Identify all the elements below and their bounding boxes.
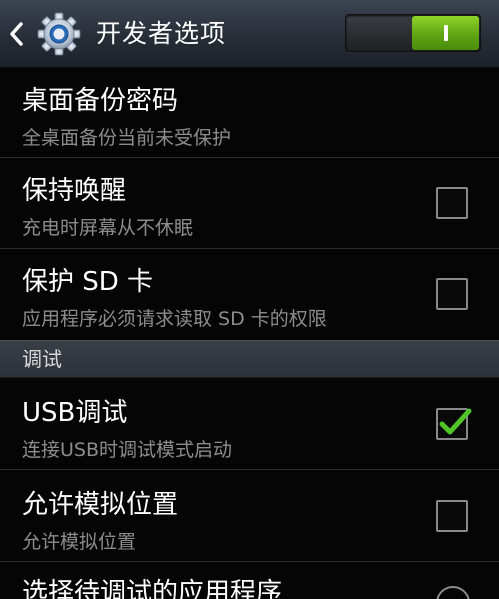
checkmark-icon xyxy=(436,404,474,444)
list-item-mock-locations[interactable]: 允许模拟位置 允许模拟位置 xyxy=(0,470,499,562)
list-item-subtitle: 全桌面备份当前未受保护 xyxy=(22,127,232,149)
section-header-debugging: 调试 xyxy=(0,340,499,378)
list-item-stay-awake[interactable]: 保持唤醒 充电时屏幕从不休眠 xyxy=(0,158,499,249)
mock-locations-checkbox[interactable] xyxy=(436,500,468,532)
usb-debugging-checkbox[interactable] xyxy=(436,408,472,440)
developer-options-switch[interactable] xyxy=(345,14,481,52)
list-item-select-debug-app[interactable]: 选择待调试的应用程序 xyxy=(0,562,499,599)
list-item-backup-password[interactable]: 桌面备份密码 全桌面备份当前未受保护 xyxy=(0,68,499,158)
back-button[interactable] xyxy=(6,10,90,58)
chevron-left-icon xyxy=(6,19,26,49)
list-item-subtitle: 应用程序必须请求读取 SD 卡的权限 xyxy=(22,308,327,330)
list-item-protect-sd[interactable]: 保护 SD 卡 应用程序必须请求读取 SD 卡的权限 xyxy=(0,249,499,340)
developer-options-screen: 开发者选项 桌面备份密码 全桌面备份当前未受保护 保持唤醒 充电时屏幕从不休眠 … xyxy=(0,0,499,599)
stay-awake-checkbox[interactable] xyxy=(436,187,468,219)
list-item-title: USB调试 xyxy=(22,398,128,428)
list-item-subtitle: 连接USB时调试模式启动 xyxy=(22,439,233,461)
list-item-title: 允许模拟位置 xyxy=(22,490,179,520)
switch-on-indicator xyxy=(443,25,448,41)
action-bar: 开发者选项 xyxy=(0,0,499,68)
list-item-title: 保持唤醒 xyxy=(22,176,127,206)
gear-icon xyxy=(36,11,82,57)
list-item-title: 保护 SD 卡 xyxy=(22,267,154,297)
page-title: 开发者选项 xyxy=(96,19,227,48)
switch-knob xyxy=(412,16,479,50)
list-item-usb-debugging[interactable]: USB调试 连接USB时调试模式启动 xyxy=(0,378,499,470)
list-item-subtitle: 充电时屏幕从不休眠 xyxy=(22,217,194,239)
protect-sd-checkbox[interactable] xyxy=(436,278,468,310)
list-item-title: 选择待调试的应用程序 xyxy=(22,578,283,599)
list-item-title: 桌面备份密码 xyxy=(22,86,179,116)
list-item-subtitle: 允许模拟位置 xyxy=(22,531,137,553)
section-label: 调试 xyxy=(22,347,62,371)
